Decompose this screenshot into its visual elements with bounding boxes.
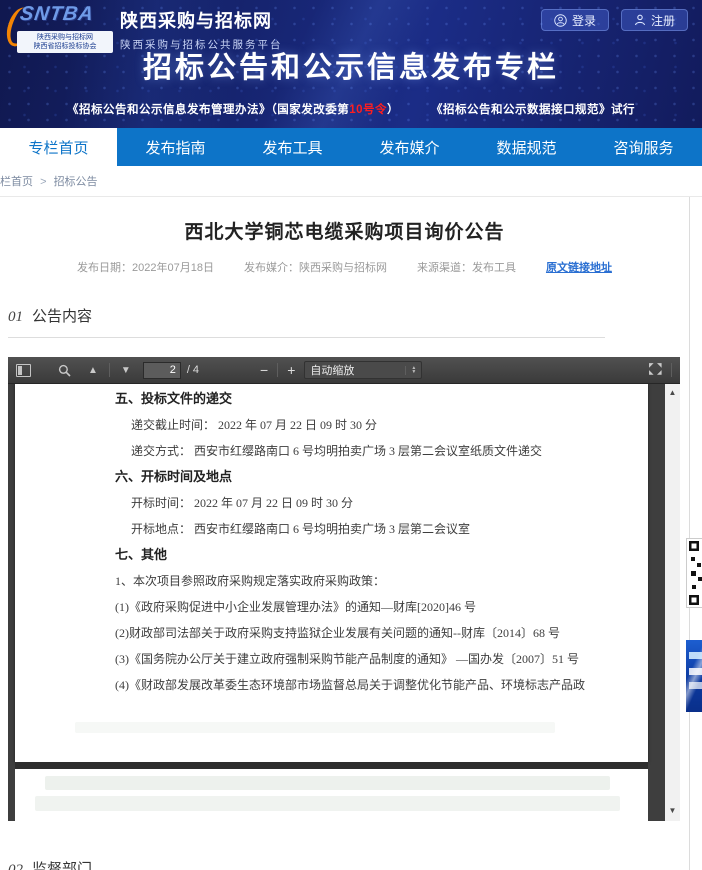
zoom-in-button[interactable]: + — [287, 363, 295, 377]
pdf-scroll-area[interactable]: 五、投标文件的递交 递交截止时间： 2022 年 07 月 22 日 09 时 … — [8, 384, 680, 821]
nav-tab-data-spec[interactable]: 数据规范 — [468, 128, 585, 166]
qr-code-widget[interactable] — [686, 538, 702, 608]
doc-line: 递交截止时间： 2022 年 07 月 22 日 09 时 30 分 — [131, 412, 648, 438]
site-header: SNTBA 陕西采购与招标网 陕西省招标投标协会 陕西采购与招标网 陕西采购与招… — [0, 0, 702, 128]
meta-publish-date: 发布日期：2022年07月18日 — [77, 259, 214, 275]
regulation-left-prefix: 《招标公告和公示信息发布管理办法》（国家发改委第 — [67, 104, 349, 116]
article-meta: 发布日期：2022年07月18日 发布媒介：陕西采购与招标网 来源渠道：发布工具… — [0, 259, 689, 275]
doc-heading: 六、开标时间及地点 — [115, 464, 648, 490]
page-up-button[interactable]: ▲ — [88, 365, 98, 376]
toolbar-separator — [277, 363, 278, 377]
select-arrows-icon: ▲▼ — [405, 366, 416, 375]
doc-line: 开标地点： 西安市红缨路南口 6 号均明拍卖广场 3 层第二会议室 — [131, 516, 648, 542]
breadcrumb-home-link[interactable]: 专栏首页 — [0, 176, 33, 188]
pdf-toolbar: ▲ ▼ / 4 − + 自动缩放 ▲▼ ◤◥◣◢ — [8, 357, 680, 384]
doc-line: (2)财政部司法部关于政府采购支持监狱企业发展有关问题的通知--财库〔2014〕… — [115, 620, 648, 646]
page-up-icon: ▲ — [88, 365, 98, 376]
section-number: 01 — [8, 309, 23, 325]
meta-publish-media: 发布媒介：陕西采购与招标网 — [244, 259, 387, 275]
faint-text-line — [35, 796, 620, 811]
section-heading-announcement: 01 公告内容 — [8, 305, 689, 326]
zoom-mode-value: 自动缩放 — [310, 362, 405, 378]
regulation-right: 《招标公告和公示数据接口规范》试行 — [431, 104, 635, 116]
page-title: 西北大学铜芯电缆采购项目询价公告 — [0, 197, 689, 244]
zoom-out-button[interactable]: − — [260, 363, 268, 377]
doc-line: (1)《政府采购促进中小企业发展管理办法》的通知—财库[2020]46 号 — [115, 594, 648, 620]
regulation-red-text: 10号令 — [349, 104, 387, 116]
logo-sntba-text: SNTBA — [18, 3, 95, 26]
zoom-mode-select[interactable]: 自动缩放 ▲▼ — [304, 361, 422, 379]
page-separator — [15, 762, 648, 769]
toolbar-separator — [109, 363, 110, 377]
scroll-down-icon[interactable]: ▼ — [665, 806, 680, 815]
meta-source-channel: 来源渠道：发布工具 — [417, 259, 516, 275]
nav-tab-column-home[interactable]: 专栏首页 — [0, 128, 117, 166]
doc-line: (3)《国务院办公厅关于建立政府强制采购节能产品制度的通知》 —国办发〔2007… — [115, 646, 648, 672]
qr-code-image — [689, 541, 702, 605]
breadcrumb-current: 招标公告 — [54, 176, 98, 188]
login-person-icon — [554, 14, 567, 27]
site-name: 陕西采购与招标网 — [120, 7, 283, 33]
breadcrumb: 专栏首页 > 招标公告 — [0, 166, 702, 197]
doc-line: (4)《财政部发展改革委生态环境部市场监督总局关于调整优化节能产品、环境标志产品… — [115, 672, 648, 698]
regulation-left-suffix: ） — [387, 104, 399, 116]
pdf-page-3 — [15, 769, 648, 821]
nav-tab-consulting[interactable]: 咨询服务 — [585, 128, 702, 166]
search-icon — [58, 364, 71, 377]
page-down-icon: ▼ — [121, 365, 131, 376]
doc-heading: 五、投标文件的递交 — [115, 386, 648, 412]
main-content: 西北大学铜芯电缆采购项目询价公告 发布日期：2022年07月18日 发布媒介：陕… — [0, 197, 690, 870]
section-number: 02 — [8, 862, 23, 870]
section-title: 公告内容 — [32, 308, 92, 325]
doc-heading: 七、其他 — [115, 542, 648, 568]
scroll-up-icon[interactable]: ▲ — [665, 388, 680, 397]
toolbar-separator — [671, 363, 672, 377]
find-button[interactable] — [58, 364, 71, 377]
doc-line: 开标时间： 2022 年 07 月 22 日 09 时 30 分 — [131, 490, 648, 516]
pdf-scrollbar[interactable]: ▲ ▼ — [665, 384, 680, 821]
register-person-icon — [634, 14, 646, 26]
faint-text-line — [45, 776, 610, 790]
nav-tab-publish-guide[interactable]: 发布指南 — [117, 128, 234, 166]
page-count-label: / 4 — [187, 364, 199, 376]
page-down-button[interactable]: ▼ — [121, 365, 131, 376]
banner-title: 招标公告和公示信息发布专栏 — [0, 44, 702, 86]
sidebar-toggle-button[interactable] — [16, 364, 31, 377]
breadcrumb-separator: > — [40, 176, 46, 188]
section-divider — [8, 337, 605, 338]
section-title: 监督部门 — [32, 861, 92, 870]
original-link[interactable]: 原文链接地址 — [546, 259, 612, 275]
pdf-document-text: 五、投标文件的递交 递交截止时间： 2022 年 07 月 22 日 09 时 … — [15, 384, 648, 698]
register-label: 注册 — [651, 12, 675, 29]
sidebar-toggle-icon — [16, 364, 31, 377]
login-label: 登录 — [572, 12, 596, 29]
login-button[interactable]: 登录 — [541, 9, 609, 31]
banner-regulations: 《招标公告和公示信息发布管理办法》（国家发改委第10号令） 《招标公告和公示数据接… — [0, 101, 702, 117]
section-heading-supervisor: 02 监督部门 — [8, 858, 689, 870]
faint-text-line — [75, 722, 555, 733]
page-number-input[interactable] — [143, 362, 181, 379]
nav-tab-publish-tool[interactable]: 发布工具 — [234, 128, 351, 166]
pdf-viewer: ▲ ▼ / 4 − + 自动缩放 ▲▼ ◤◥◣◢ — [8, 357, 680, 821]
logo-caption-line1: 陕西采购与招标网 — [20, 33, 110, 42]
register-button[interactable]: 注册 — [621, 9, 688, 31]
presentation-mode-button[interactable]: ◤◥◣◢ — [649, 364, 663, 376]
promo-banner[interactable] — [686, 640, 702, 712]
nav-tab-publish-media[interactable]: 发布媒介 — [351, 128, 468, 166]
doc-line: 递交方式： 西安市红缨路南口 6 号均明拍卖广场 3 层第二会议室纸质文件递交 — [131, 438, 648, 464]
pdf-page-2: 五、投标文件的递交 递交截止时间： 2022 年 07 月 22 日 09 时 … — [15, 384, 648, 762]
primary-nav: 专栏首页 发布指南 发布工具 发布媒介 数据规范 咨询服务 — [0, 128, 702, 166]
doc-line: 1、本次项目参照政府采购规定落实政府采购政策： — [115, 568, 648, 594]
